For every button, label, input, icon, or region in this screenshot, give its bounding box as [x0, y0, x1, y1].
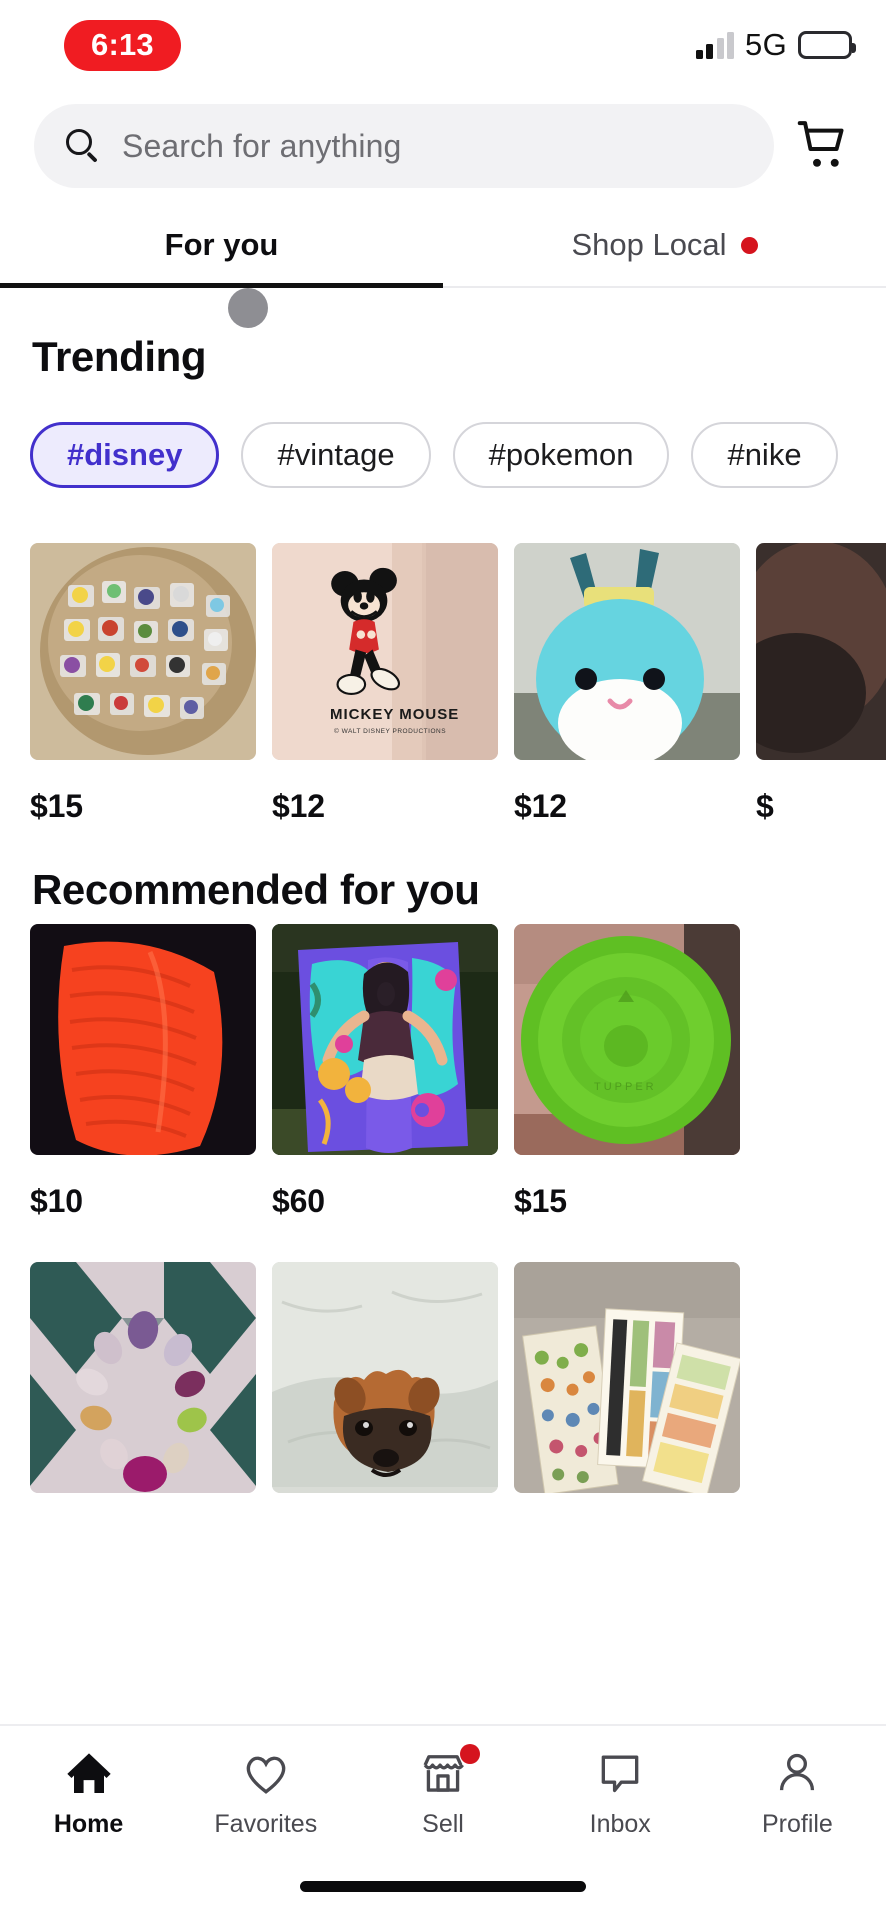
tab-for-you-label: For you [164, 227, 279, 262]
nav-item-favorites[interactable]: Favorites [177, 1748, 354, 1839]
product-card[interactable] [30, 1262, 256, 1493]
status-icons: 5G [695, 27, 856, 63]
product-image[interactable] [514, 543, 740, 760]
product-card[interactable]: $60 [272, 924, 498, 1220]
nav-label-inbox: Inbox [589, 1810, 651, 1838]
product-price: $15 [514, 1183, 567, 1219]
product-card[interactable] [514, 1262, 740, 1493]
svg-text:TUPPER: TUPPER [594, 1081, 657, 1093]
recommended-row-1[interactable]: $10 $60 TUPPER $15 [0, 924, 740, 1220]
tab-shop-local-label: Shop Local [571, 227, 727, 262]
product-card[interactable]: $ [756, 543, 886, 825]
nav-item-profile[interactable]: Profile [709, 1748, 886, 1839]
network-type-label: 5G [745, 27, 787, 62]
search-row: Search for anything [0, 104, 886, 188]
touch-pointer-indicator [228, 288, 268, 328]
product-image[interactable]: MICKEY MOUSE © WALT DISNEY PRODUCTIONS [272, 543, 498, 760]
product-image[interactable] [272, 1262, 498, 1493]
nav-label-profile: Profile [761, 1810, 833, 1838]
product-image[interactable] [30, 543, 256, 760]
sell-badge-icon [460, 1744, 480, 1764]
trending-product-row[interactable]: $15 MICKEY MOUSE © WALT DISNEY PRODUCTIO… [0, 543, 886, 825]
product-image[interactable] [756, 543, 886, 760]
recommended-section-title: Recommended for you [32, 866, 480, 913]
trending-hashtag-chips[interactable]: #disney #vintage #pokemon #nike [0, 422, 886, 488]
product-price: $15 [30, 788, 83, 824]
product-image[interactable] [30, 924, 256, 1155]
product-price: $10 [30, 1183, 83, 1219]
product-price: $ [756, 788, 774, 824]
app-screen: 6:13 5G Search for anything For you Shop… [0, 0, 886, 1920]
nav-item-sell[interactable]: Sell [354, 1744, 531, 1839]
nav-label-sell: Sell [422, 1810, 464, 1838]
product-image[interactable]: TUPPER [514, 924, 740, 1155]
chip-nike[interactable]: #nike [691, 422, 838, 488]
battery-full-icon [798, 31, 856, 59]
heart-icon [241, 1748, 291, 1798]
status-time-pill: 6:13 [64, 19, 181, 71]
product-price: $12 [514, 788, 567, 824]
tab-for-you[interactable]: For you [0, 202, 443, 288]
svg-text:MICKEY MOUSE: MICKEY MOUSE [330, 706, 459, 723]
search-input[interactable]: Search for anything [34, 104, 774, 188]
nav-label-home: Home [53, 1810, 124, 1838]
search-placeholder: Search for anything [122, 127, 402, 164]
product-card[interactable]: MICKEY MOUSE © WALT DISNEY PRODUCTIONS $… [272, 543, 498, 825]
chip-vintage[interactable]: #vintage [241, 422, 431, 488]
product-image[interactable] [514, 1262, 740, 1493]
nav-label-favorites: Favorites [214, 1810, 318, 1838]
product-price: $60 [272, 1183, 325, 1219]
tab-shop-local-badge-icon [740, 236, 758, 254]
trending-section-title: Trending [32, 333, 207, 380]
chat-bubble-icon [595, 1748, 645, 1798]
product-card[interactable] [272, 1262, 498, 1493]
chip-vintage-label: #vintage [277, 437, 395, 472]
status-bar: 6:13 5G [0, 0, 886, 90]
product-card[interactable]: TUPPER $15 [514, 924, 740, 1220]
nav-item-inbox[interactable]: Inbox [532, 1748, 709, 1839]
recommended-row-2[interactable] [0, 1262, 740, 1493]
storefront-icon [418, 1744, 480, 1798]
chip-disney-label: #disney [67, 437, 183, 472]
tab-active-indicator [0, 283, 443, 288]
product-price: $12 [272, 788, 325, 824]
product-card[interactable]: $10 [30, 924, 256, 1220]
nav-item-home[interactable]: Home [0, 1748, 177, 1839]
product-image[interactable] [30, 1262, 256, 1493]
signal-bars-icon [695, 31, 735, 59]
product-card[interactable]: $15 [30, 543, 256, 825]
chip-disney[interactable]: #disney [30, 422, 220, 488]
chip-nike-label: #nike [727, 437, 802, 472]
product-card[interactable]: $12 [514, 543, 740, 825]
svg-text:© WALT DISNEY PRODUCTIONS: © WALT DISNEY PRODUCTIONS [334, 727, 446, 735]
tab-shop-local[interactable]: Shop Local [443, 202, 886, 288]
chip-pokemon[interactable]: #pokemon [452, 422, 670, 488]
home-icon [64, 1748, 114, 1798]
chip-pokemon-label: #pokemon [488, 437, 634, 472]
person-icon [772, 1748, 822, 1798]
product-image[interactable] [272, 924, 498, 1155]
home-indicator [300, 1881, 586, 1892]
feed-tabs: For you Shop Local [0, 202, 886, 288]
search-icon [66, 129, 100, 163]
shopping-cart-icon[interactable] [796, 118, 852, 174]
